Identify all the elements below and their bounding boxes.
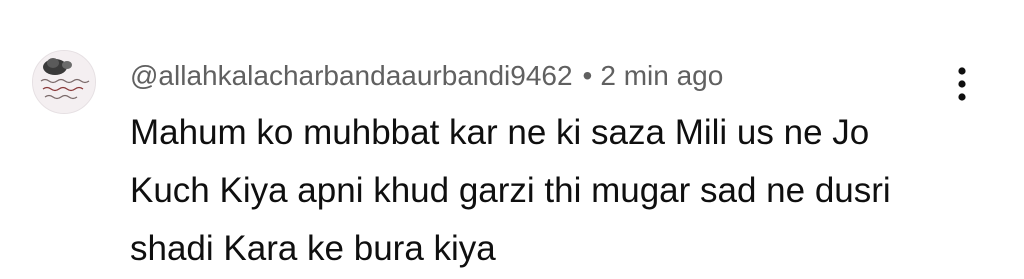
comment-timestamp[interactable]: 2 min ago bbox=[600, 60, 723, 92]
comment-text-line: Kuch Kiya apni khud garzi thi mugar sad … bbox=[130, 171, 891, 210]
comment-item: @allahkalacharbandaaurbandi9462 • 2 min … bbox=[0, 0, 1024, 279]
comment-header: @allahkalacharbandaaurbandi9462 • 2 min … bbox=[130, 56, 723, 96]
more-vert-icon bbox=[958, 67, 966, 101]
more-options-button[interactable] bbox=[940, 60, 984, 108]
comment-text: Mahum ko muhbbat kar ne ki saza Mili us … bbox=[130, 104, 930, 278]
comment-text-line: Mahum ko muhbbat kar ne ki saza Mili us … bbox=[130, 113, 870, 152]
meta-separator: • bbox=[582, 60, 593, 91]
author-name[interactable]: @allahkalacharbandaaurbandi9462 bbox=[130, 60, 573, 92]
avatar[interactable] bbox=[32, 50, 96, 114]
avatar-image bbox=[33, 51, 95, 113]
comment-text-line: shadi Kara ke bura kiya bbox=[130, 229, 496, 268]
